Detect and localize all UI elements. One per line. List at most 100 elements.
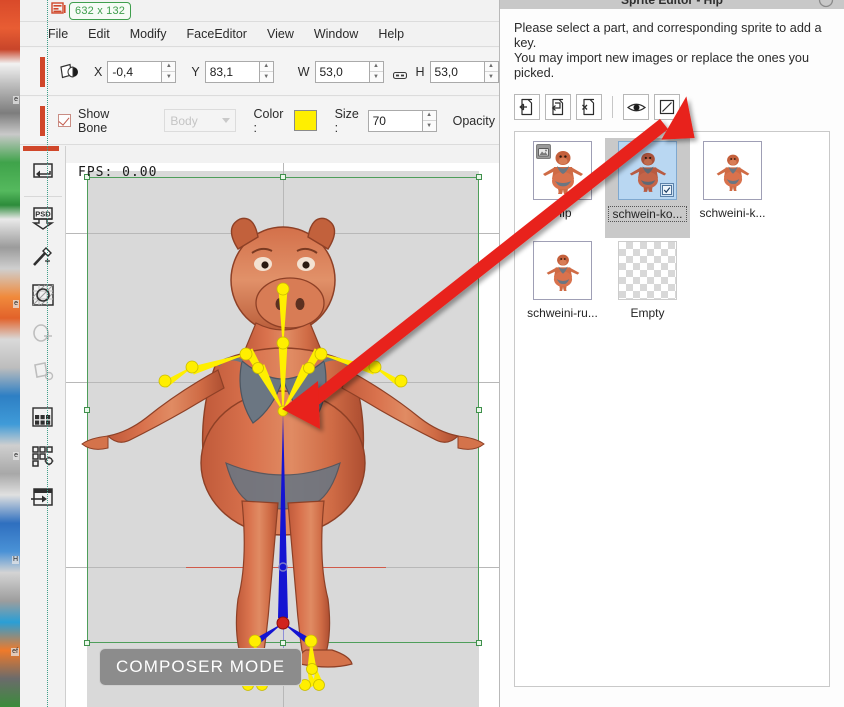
show-bone-label: Show Bone: [78, 106, 110, 135]
y-input[interactable]: 83,1: [204, 60, 259, 83]
image-badge-icon: [536, 144, 551, 159]
replace-image-icon[interactable]: [545, 94, 571, 120]
size-stepper[interactable]: 70 ▲ ▼: [367, 109, 437, 132]
show-bone-checkbox[interactable]: [58, 114, 71, 127]
bone-toolbar: Show Bone Body Color : Size : 70 ▲ ▼ Opa…: [20, 97, 499, 145]
link-aspect-icon[interactable]: [392, 67, 407, 80]
w-stepper[interactable]: 53,0 ▲ ▼: [314, 60, 384, 83]
chevron-down-icon: [221, 118, 230, 123]
x-spin-buttons[interactable]: ▲ ▼: [161, 60, 177, 83]
menu-item-help[interactable]: Help: [368, 24, 414, 44]
preview-eye-icon[interactable]: [623, 94, 649, 120]
toolbar-separator: [612, 96, 613, 118]
sprite-editor-titlebar[interactable]: Sprite Editor - Hip: [500, 0, 844, 9]
canvas-size-tag: 632 x 132: [69, 2, 132, 20]
close-icon[interactable]: [818, 0, 834, 8]
sprite-item-schwein-ko[interactable]: schwein-ko...: [605, 138, 690, 238]
sprite-thumbnail[interactable]: [618, 141, 677, 200]
menu-item-edit[interactable]: Edit: [78, 24, 120, 44]
y-label: Y: [191, 64, 200, 79]
instruction-line: You may import new images or replace the…: [514, 51, 810, 65]
y-stepper[interactable]: 83,1 ▲ ▼: [204, 60, 274, 83]
sprite-sheet-icon[interactable]: [28, 403, 58, 433]
app-topbar: 632 x 132: [20, 0, 499, 21]
part-select-value: Body: [170, 113, 198, 128]
h-label: H: [415, 64, 425, 79]
pig-thumb-art: [716, 154, 749, 191]
fps-counter: FPS: 0.00: [78, 165, 158, 180]
menu-item-modify[interactable]: Modify: [120, 24, 177, 44]
menu-item-window[interactable]: Window: [304, 24, 368, 44]
w-spin-down-icon[interactable]: ▼: [370, 72, 383, 82]
sprite-list-container[interactable]: Hip schwein-ko... schweini-k... schweini…: [514, 131, 830, 687]
remove-image-icon[interactable]: [576, 94, 602, 120]
part-select-dropdown[interactable]: Body: [164, 109, 236, 132]
character-with-bone-rig[interactable]: [66, 163, 500, 707]
bone-color-swatch[interactable]: [293, 110, 317, 131]
h-spin-down-icon[interactable]: ▼: [485, 72, 498, 82]
main-app-window: 632 x 132 File Edit Modify FaceEditor Vi…: [20, 0, 500, 707]
sprite-item-schweini-ru[interactable]: schweini-ru...: [520, 238, 605, 338]
checked-badge-icon[interactable]: [660, 183, 674, 197]
sprite-thumbnail[interactable]: [533, 241, 592, 300]
transform-icon[interactable]: [58, 63, 80, 81]
pig-thumb-art: [546, 254, 579, 291]
menu-item-faceeditor[interactable]: FaceEditor: [177, 24, 257, 44]
sprite-item-hip[interactable]: Hip: [520, 138, 605, 238]
mesh-tool-icon[interactable]: [28, 280, 58, 310]
h-spin-up-icon[interactable]: ▲: [484, 62, 498, 72]
size-spin-buttons[interactable]: ▲ ▼: [421, 109, 437, 132]
size-input[interactable]: 70: [367, 109, 422, 132]
sprite-thumbnail[interactable]: [703, 141, 762, 200]
menubar[interactable]: File Edit Modify FaceEditor View Window …: [20, 21, 499, 47]
import-image-icon[interactable]: [514, 94, 540, 120]
psd-import-icon[interactable]: PSD: [28, 204, 58, 234]
y-spin-down-icon[interactable]: ▼: [260, 72, 273, 82]
instruction-line: picked.: [514, 66, 555, 80]
vtool-separator: [24, 196, 62, 197]
sprite-thumbnail-empty[interactable]: [618, 241, 677, 300]
w-spin-buttons[interactable]: ▲ ▼: [368, 60, 384, 83]
x-spin-up-icon[interactable]: ▲: [162, 62, 176, 72]
sprite-editor-title: Sprite Editor - Hip: [621, 0, 723, 7]
w-spin-up-icon[interactable]: ▲: [369, 62, 383, 72]
opacity-label: Opacity: [452, 113, 495, 128]
x-spin-down-icon[interactable]: ▼: [162, 72, 175, 82]
h-spin-buttons[interactable]: ▲ ▼: [483, 60, 499, 83]
composer-mode-badge: COMPOSER MODE: [99, 648, 303, 686]
size-label: Size :: [334, 106, 359, 135]
toolbar-accent-bar: [40, 56, 45, 87]
bg-window-label: ef: [11, 648, 19, 656]
x-input[interactable]: -0,4: [107, 60, 162, 83]
sprite-thumbnail[interactable]: [533, 141, 592, 200]
size-spin-up-icon[interactable]: ▲: [422, 111, 436, 121]
y-spin-up-icon[interactable]: ▲: [259, 62, 273, 72]
h-stepper[interactable]: 53,0 ▲ ▼: [429, 60, 499, 83]
color-label: Color :: [253, 106, 284, 135]
sprite-label: schweini-ru...: [527, 306, 598, 320]
import-project-icon[interactable]: [28, 158, 58, 188]
edit-region-icon[interactable]: [28, 356, 58, 386]
export-icon[interactable]: [28, 483, 58, 513]
x-label: X: [94, 64, 103, 79]
size-spin-down-icon[interactable]: ▼: [423, 121, 436, 131]
left-vertical-toolbar: PSD: [20, 146, 66, 707]
sprite-label: schwein-ko...: [608, 206, 687, 222]
atlas-settings-icon[interactable]: [28, 441, 58, 471]
toolbar-accent-bar: [40, 105, 45, 136]
sprite-editor-panel: Sprite Editor - Hip Please select a part…: [500, 0, 844, 707]
x-stepper[interactable]: -0,4 ▲ ▼: [107, 60, 177, 83]
menu-item-view[interactable]: View: [257, 24, 304, 44]
bg-window-label: H: [11, 556, 19, 564]
h-input[interactable]: 53,0: [429, 60, 484, 83]
sprite-item-schweini-k[interactable]: schweini-k...: [690, 138, 775, 238]
w-input[interactable]: 53,0: [314, 60, 369, 83]
background-desktop-strip: e e e H ef: [0, 0, 20, 707]
pen-tool-icon[interactable]: [28, 242, 58, 272]
add-region-icon[interactable]: [28, 318, 58, 348]
select-all-icon[interactable]: [654, 94, 680, 120]
menu-item-file[interactable]: File: [38, 24, 78, 44]
y-spin-buttons[interactable]: ▲ ▼: [258, 60, 274, 83]
sprite-item-empty[interactable]: Empty: [605, 238, 690, 338]
canvas-viewport[interactable]: FPS: 0.00 COMPOSER MODE: [66, 163, 500, 707]
